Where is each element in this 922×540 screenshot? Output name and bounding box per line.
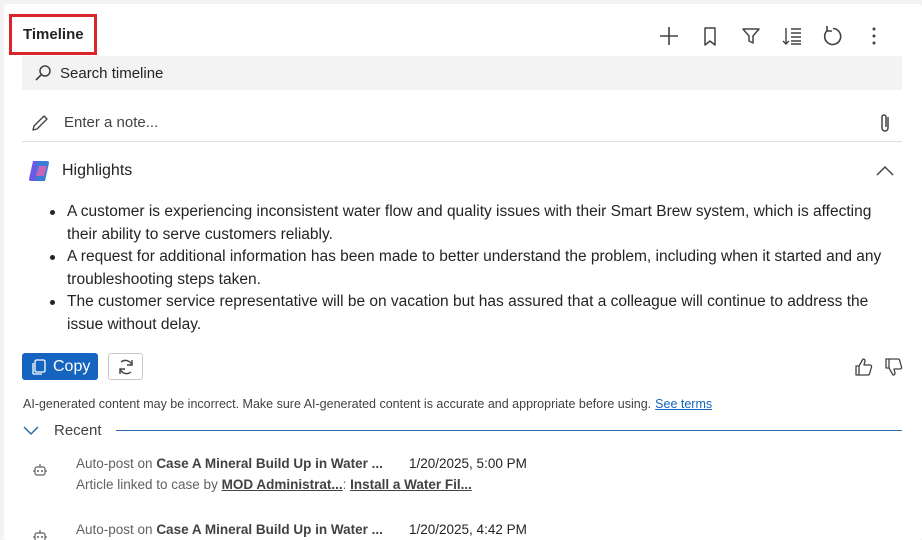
highlights-label: Highlights — [62, 162, 133, 179]
copilot-icon — [29, 161, 49, 181]
post-title: Auto-post on Case A Mineral Build Up in … — [76, 456, 383, 471]
filter-button[interactable] — [730, 24, 771, 48]
author-link[interactable]: MOD Administrat... — [222, 477, 343, 492]
add-button[interactable] — [648, 24, 689, 48]
divider — [115, 429, 902, 431]
copy-icon — [32, 358, 46, 375]
regenerate-icon — [118, 359, 133, 374]
post-body-prefix: Article linked to case by — [76, 477, 222, 492]
highlight-bullet: A request for additional information has… — [48, 246, 888, 291]
ai-disclaimer: AI-generated content may be incorrect. M… — [23, 397, 712, 411]
case-link[interactable]: Case A Mineral Build Up in Water ... — [156, 456, 383, 471]
feedback-buttons — [854, 357, 904, 377]
sort-icon — [782, 28, 801, 45]
regenerate-button[interactable] — [108, 353, 143, 380]
post-date: 1/20/2025, 4:42 PM — [409, 522, 527, 537]
search-input[interactable]: Search timeline — [22, 56, 902, 90]
toolbar — [648, 24, 894, 48]
filter-icon — [741, 28, 760, 44]
bookmark-icon — [703, 27, 716, 46]
post-separator: : — [342, 477, 351, 492]
more-options-icon — [872, 27, 875, 45]
refresh-icon — [823, 26, 841, 46]
more-options-button[interactable] — [853, 24, 894, 48]
attachment-icon[interactable] — [876, 112, 894, 134]
highlights-header[interactable]: Highlights — [26, 156, 902, 186]
disclaimer-text: AI-generated content may be incorrect. M… — [23, 397, 652, 411]
chevron-down-icon — [23, 426, 39, 436]
recent-label: Recent — [54, 421, 102, 439]
search-icon — [35, 65, 51, 81]
pencil-icon — [32, 114, 48, 131]
timeline-panel: Timeline Search timeline Enter a note... — [4, 4, 922, 540]
thumbs-up-icon[interactable] — [854, 357, 874, 377]
copy-label: Copy — [53, 357, 91, 375]
post-prefix: Auto-post on — [76, 522, 157, 537]
bookmark-button[interactable] — [689, 24, 730, 48]
page-title: Timeline — [23, 26, 84, 43]
highlight-bullet: A customer is experiencing inconsistent … — [48, 201, 888, 246]
case-link[interactable]: Case A Mineral Build Up in Water ... — [156, 522, 383, 537]
post-date: 1/20/2025, 5:00 PM — [409, 456, 527, 471]
bot-icon — [33, 530, 47, 540]
recent-section-header[interactable]: Recent — [22, 420, 902, 440]
note-placeholder: Enter a note... — [64, 114, 159, 131]
article-link[interactable]: Install a Water Fil... — [350, 477, 472, 492]
search-placeholder: Search timeline — [60, 64, 164, 82]
sort-button[interactable] — [771, 24, 812, 48]
highlights-list: A customer is experiencing inconsistent … — [48, 201, 888, 336]
add-icon — [659, 27, 678, 45]
post-body: Article linked to case by MOD Administra… — [76, 477, 472, 492]
see-terms-link[interactable]: See terms — [655, 397, 712, 411]
copy-button[interactable]: Copy — [22, 353, 98, 380]
refresh-button[interactable] — [812, 24, 853, 48]
post-title: Auto-post on Case A Mineral Build Up in … — [76, 522, 383, 537]
bot-icon — [33, 464, 47, 476]
highlight-bullet: The customer service representative will… — [48, 291, 888, 336]
chevron-up-icon[interactable] — [874, 160, 896, 182]
note-input[interactable]: Enter a note... — [22, 104, 902, 142]
post-prefix: Auto-post on — [76, 456, 157, 471]
thumbs-down-icon[interactable] — [884, 357, 904, 377]
